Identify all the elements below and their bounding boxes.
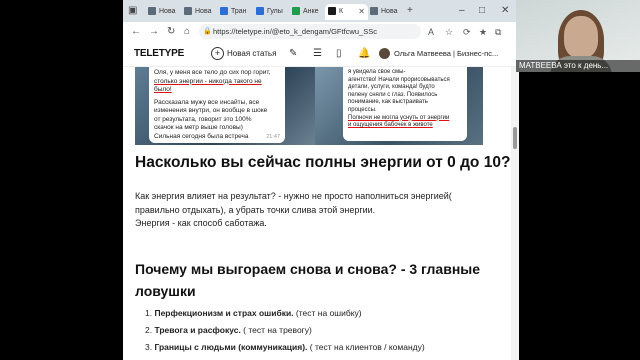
list-number: 2. — [145, 325, 153, 335]
bubble-line: Оля, у меня все тело до сих пор горит, — [154, 69, 271, 76]
testimonial-bubble-left: Оля, у меня все тело до сих пор горит, с… — [149, 67, 285, 143]
tab-favicon-icon — [148, 7, 156, 16]
webcam-tile: МАТВЕЕВА это к день... — [516, 0, 640, 72]
plus-icon: + — [211, 47, 224, 61]
tab-label: Нова — [195, 8, 212, 15]
menu-icon[interactable]: ☰ — [313, 48, 322, 60]
bubble-line: и ощущения бабочек в животе — [348, 122, 433, 129]
tab-favicon-icon — [292, 7, 300, 16]
tab-label: Гулы — [267, 8, 283, 15]
tab-favicon-icon — [220, 7, 228, 16]
list-item-note: ( тест на тревогу) — [240, 325, 312, 335]
teletype-logo[interactable]: TELETYPE — [134, 48, 184, 59]
tab-favicon-icon — [370, 7, 378, 16]
extensions-icon[interactable]: ⧉ — [495, 26, 501, 38]
section-heading-burnout-cont: ловушки — [135, 283, 196, 299]
refresh-alt-icon[interactable]: ⟳ — [463, 26, 471, 38]
tab-favicon-icon — [184, 7, 192, 16]
article-content: Оля, у меня все тело до сих пор горит, с… — [123, 67, 511, 360]
section-heading-energy: Насколько вы сейчас полны энергии от 0 д… — [135, 154, 511, 171]
tab-favicon-icon — [256, 7, 264, 16]
tab-1[interactable]: Нова — [145, 4, 182, 20]
bubble-line: детали, услуги, команда! будто — [348, 84, 435, 91]
paragraph-line: Как энергия влияет на результат? - нужно… — [135, 191, 452, 201]
reload-icon[interactable]: ↻ — [167, 25, 175, 39]
bubble-line: процессы. — [348, 106, 377, 113]
tab-4[interactable]: Гулы — [253, 4, 290, 20]
tab-3[interactable]: Тран — [217, 4, 254, 20]
favorite-star-icon[interactable]: ☆ — [445, 26, 453, 38]
bubble-line: изменения внутри, он вообще в шоке — [154, 107, 268, 114]
list-item-note: (тест на ошибку) — [293, 308, 362, 318]
site-header: TELETYPE + Новая статья ✎ ☰ ▯ 🔔 Ольга Мат… — [123, 42, 519, 67]
page-scrollbar[interactable] — [511, 67, 519, 360]
list-item: 2. Тревога и расфокус. ( тест на тревогу… — [145, 325, 312, 335]
user-name[interactable]: Ольга Матвеева | Бизнес-пс... — [394, 49, 509, 58]
bubble-line: столько энергии - никогда такого не — [154, 77, 262, 85]
tab-6-active[interactable]: К ✕ — [325, 4, 368, 20]
list-number: 3. — [145, 342, 153, 352]
testimonial-bubble-right: я увидела свое смы- агентство! Начали пр… — [343, 67, 467, 141]
bubble-line: от результата, говорит это 100% — [154, 115, 252, 123]
new-article-label: Новая статья — [227, 49, 277, 58]
bookmark-icon[interactable]: ▯ — [336, 48, 342, 60]
tab-bar: ▣ Нова Нова Тран Гулы Анке К ✕ Нова + – □… — [123, 0, 519, 22]
new-tab-icon[interactable]: + — [407, 4, 413, 18]
bubble-line: Сильная сегодня была встреча — [154, 132, 249, 140]
url-field[interactable]: 🔒 https://teletype.in/@eto_k_dengam/GFtf… — [199, 24, 421, 39]
tab-label: Нова — [159, 8, 176, 15]
minimize-icon[interactable]: – — [459, 4, 465, 18]
favorites-icon[interactable]: ★ — [479, 26, 487, 38]
list-number: 1. — [145, 308, 153, 318]
tab-favicon-icon — [328, 7, 336, 16]
close-tab-icon[interactable]: ✕ — [358, 4, 365, 20]
read-aloud-icon[interactable]: A — [428, 26, 434, 38]
bubble-line: было! — [154, 86, 172, 93]
message-time: 21:47 — [266, 133, 280, 140]
tab-label: Тран — [231, 8, 247, 15]
tab-label: Нова — [381, 8, 398, 15]
paragraph-line: Энергия - как способ саботажа. — [135, 218, 267, 228]
list-item: 3. Границы с людьми (коммуникация). ( те… — [145, 342, 425, 352]
list-item-note: ( тест на клиентов / команду) — [307, 342, 425, 352]
avatar[interactable] — [379, 48, 390, 59]
section-heading-burnout: Почему мы выгораем снова и снова? - 3 гл… — [135, 261, 481, 277]
testimonial-images: Оля, у меня все тело до сих пор горит, с… — [135, 67, 483, 145]
bubble-line: понимание, как выстраивать — [348, 99, 428, 106]
list-item-bold: Тревога и расфокус. — [154, 325, 241, 335]
forward-icon[interactable]: → — [149, 25, 159, 39]
tab-actions-icon[interactable]: ▣ — [128, 4, 137, 18]
url-text: https://teletype.in/@eto_k_dengam/GFtfcw… — [213, 27, 377, 36]
close-window-icon[interactable]: ✕ — [501, 4, 509, 18]
new-article-button[interactable]: + Новая статья — [211, 47, 277, 61]
list-item: 1. Перфекционизм и страх ошибки. (тест н… — [145, 308, 362, 318]
bubble-line: Полночи не могла уснуть от энергии — [348, 114, 450, 121]
maximize-icon[interactable]: □ — [479, 4, 485, 18]
tab-5[interactable]: Анке — [289, 4, 326, 20]
back-icon[interactable]: ← — [131, 25, 141, 39]
list-item-bold: Границы с людьми (коммуникация). — [154, 342, 308, 352]
tab-2[interactable]: Нова — [181, 4, 218, 20]
tab-7[interactable]: Нова — [367, 4, 404, 20]
paragraph-line: правильно отдыхать), а убрать точки слив… — [135, 205, 376, 215]
participant-name-label: МАТВЕЕВА это к день... — [516, 60, 640, 72]
tab-label: К — [339, 8, 344, 15]
browser-window: ▣ Нова Нова Тран Гулы Анке К ✕ Нова + – □… — [123, 0, 519, 360]
bubble-line: Рассказала мужу все инсайты, все — [154, 98, 260, 106]
bubble-line: скачок на метр выше головы) — [154, 124, 243, 131]
tab-label: Анке — [303, 8, 319, 15]
notifications-bell-icon[interactable]: 🔔 — [358, 48, 370, 60]
home-icon[interactable]: ⌂ — [184, 25, 190, 39]
bubble-line: я увидела свое смы- — [348, 69, 406, 75]
address-bar-row: ← → ↻ ⌂ 🔒 https://teletype.in/@eto_k_den… — [123, 22, 519, 43]
bubble-line: агентство! Начали прорисовываться — [348, 76, 450, 83]
scrollbar-thumb[interactable] — [513, 127, 517, 149]
list-item-bold: Перфекционизм и страх ошибки. — [154, 308, 294, 318]
bubble-line: пелену сняли с глаз. Появилось — [348, 91, 438, 98]
edit-pencil-icon[interactable]: ✎ — [289, 48, 297, 60]
participant-face — [564, 16, 598, 58]
lock-icon: 🔒 — [203, 28, 212, 35]
